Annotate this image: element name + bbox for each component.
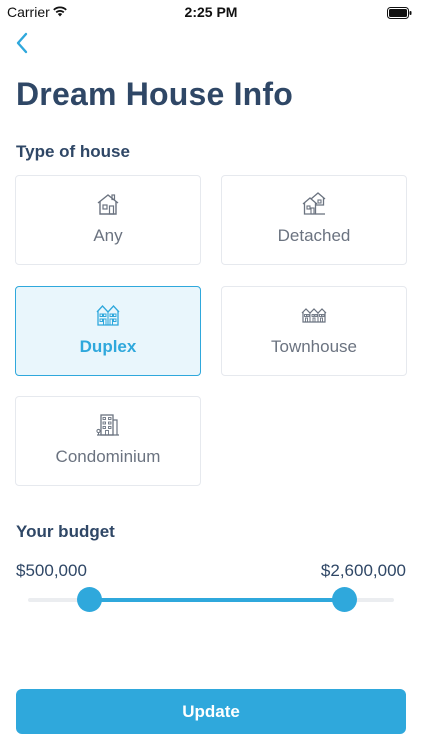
duplex-icon	[96, 305, 120, 326]
house-option-label: Condominium	[55, 447, 161, 466]
budget-max-value: $2,600,000	[320, 561, 406, 580]
house-option-townhouse[interactable]: Townhouse	[221, 286, 407, 376]
townhouse-icon	[301, 308, 327, 323]
detached-house-icon	[302, 192, 326, 215]
page-title: Dream House Info	[16, 76, 294, 112]
house-type-label: Type of house	[16, 142, 130, 161]
house-option-detached[interactable]: Detached	[221, 175, 407, 265]
house-option-duplex[interactable]: Duplex	[15, 286, 201, 376]
house-option-condominium[interactable]: Condominium	[15, 396, 201, 486]
slider-range-fill	[89, 598, 345, 602]
update-button[interactable]: Update	[16, 689, 406, 734]
chevron-left-icon	[16, 32, 28, 54]
house-option-label: Duplex	[79, 337, 137, 356]
status-bar: Carrier 2:25 PM	[0, 0, 422, 24]
budget-label: Your budget	[16, 522, 115, 541]
clock: 2:25 PM	[184, 4, 238, 20]
slider-min-handle[interactable]	[76, 587, 102, 612]
house-icon	[97, 194, 119, 215]
battery-icon	[387, 6, 412, 19]
back-button[interactable]	[12, 30, 34, 56]
house-option-label: Any	[93, 226, 123, 245]
house-option-label: Townhouse	[270, 337, 357, 356]
house-option-any[interactable]: Any	[15, 175, 201, 265]
budget-min-value: $500,000	[16, 561, 87, 580]
condominium-icon	[96, 414, 119, 436]
budget-range-slider[interactable]	[28, 587, 394, 612]
house-option-label: Detached	[277, 226, 351, 245]
slider-max-handle[interactable]	[332, 587, 358, 612]
